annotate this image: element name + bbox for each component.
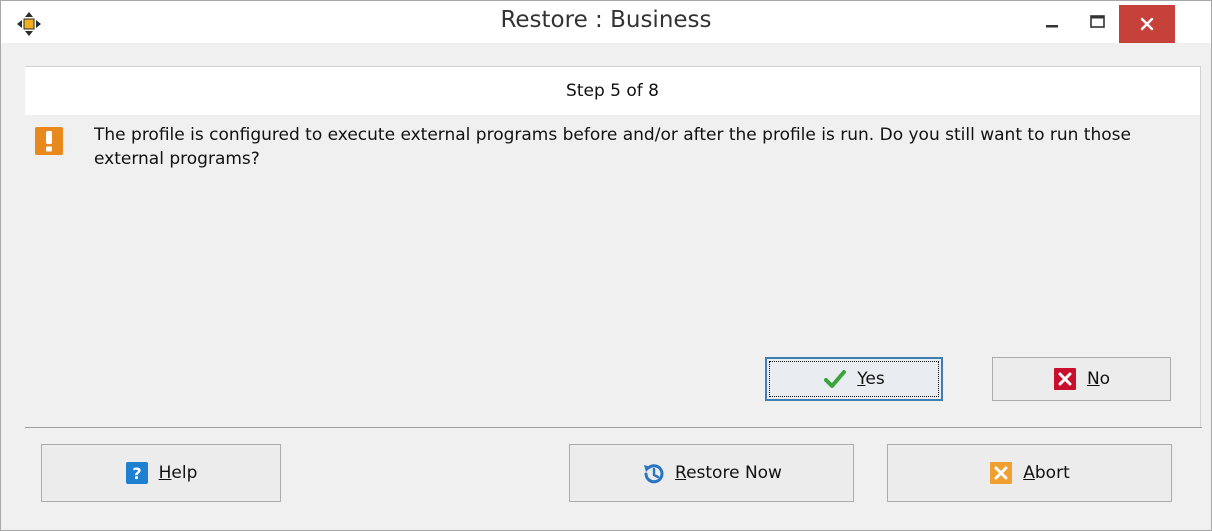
abort-button[interactable]: Abort [887, 444, 1172, 502]
svg-text:?: ? [132, 464, 141, 483]
step-header: Step 5 of 8 [25, 66, 1201, 116]
no-button[interactable]: No [992, 357, 1171, 401]
abort-button-label: Abort [1023, 463, 1070, 483]
yes-button[interactable]: Yes [765, 357, 943, 401]
minimize-button[interactable] [1029, 1, 1075, 43]
prompt-panel: The profile is configured to execute ext… [25, 115, 1201, 427]
no-button-label: No [1086, 369, 1111, 389]
prompt-message: The profile is configured to execute ext… [94, 125, 1131, 169]
focus-rectangle [769, 361, 939, 397]
help-button[interactable]: ? Help [41, 444, 281, 502]
step-indicator: Step 5 of 8 [566, 81, 659, 101]
help-button-label: Help [158, 463, 198, 483]
restore-dialog-window: Restore : Business Step 5 of 8 The profi… [0, 0, 1212, 531]
red-x-icon [1053, 367, 1077, 391]
orange-x-icon [989, 461, 1013, 485]
close-icon [1140, 17, 1154, 31]
minimize-icon [1046, 25, 1058, 28]
restore-now-button-label: Restore Now [675, 463, 782, 483]
warning-exclamation-icon [35, 127, 63, 155]
dialog-client-area: Step 5 of 8 The profile is configured to… [25, 66, 1202, 521]
clock-history-icon [641, 461, 665, 485]
footer-divider [25, 427, 1202, 428]
maximize-button[interactable] [1075, 1, 1121, 43]
close-button[interactable] [1119, 5, 1175, 43]
title-bar[interactable]: Restore : Business [1, 1, 1211, 43]
help-question-icon: ? [125, 461, 149, 485]
maximize-icon [1090, 15, 1105, 28]
restore-now-button[interactable]: Restore Now [569, 444, 854, 502]
